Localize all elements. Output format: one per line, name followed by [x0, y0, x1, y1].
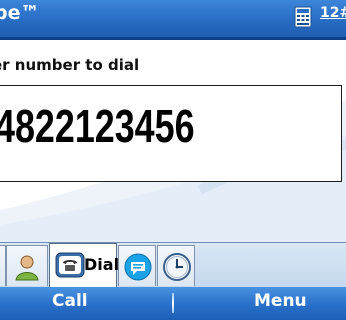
tab-messaging[interactable]: [118, 245, 156, 286]
menu-softkey[interactable]: Menu: [254, 291, 307, 311]
app-title: pe™: [0, 2, 40, 24]
softkey-divider: [172, 293, 174, 313]
chat-icon: [123, 252, 153, 282]
phone-icon: [55, 250, 85, 280]
clock-icon: [162, 252, 192, 282]
contacts-icon: [12, 252, 42, 282]
tab-strip: Dial: [0, 242, 346, 288]
keyboard-icon[interactable]: [294, 6, 312, 28]
tab-history[interactable]: [157, 245, 195, 286]
tab-dial-label: Dial: [84, 255, 120, 274]
call-softkey[interactable]: Call: [52, 291, 88, 311]
title-bar: pe™ 12#: [0, 0, 346, 40]
dial-pane: er number to dial 4822123456: [0, 40, 346, 242]
phone-number-field[interactable]: 4822123456: [0, 85, 342, 182]
dial-prompt: er number to dial: [0, 56, 140, 74]
input-mode-label[interactable]: 12#: [320, 5, 346, 21]
phone-number-value: 4822123456: [0, 100, 195, 152]
softkey-bar: Call Menu: [0, 287, 346, 320]
tab-dial[interactable]: Dial: [49, 243, 120, 288]
tab-contacts[interactable]: [6, 245, 48, 286]
